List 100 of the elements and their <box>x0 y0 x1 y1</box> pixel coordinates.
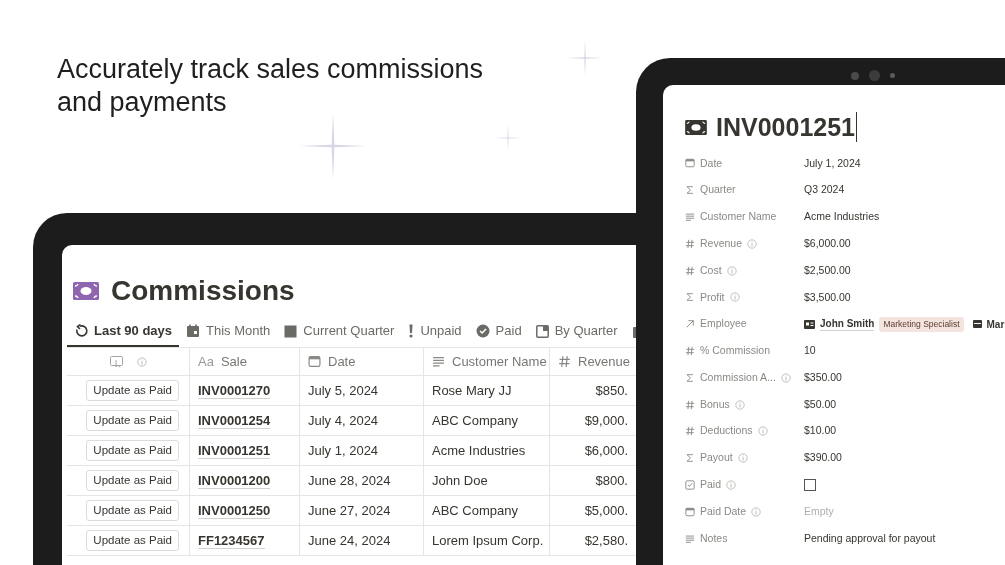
table-cell-text: ABC Company <box>432 411 518 430</box>
table-cell-text: John Doe <box>432 471 488 490</box>
calendar-icon <box>685 158 695 169</box>
property-label: Paid Date <box>700 503 747 519</box>
text-lines-icon <box>685 212 695 222</box>
hash-icon <box>558 355 571 368</box>
camera-lens <box>869 70 880 81</box>
info-icon <box>747 238 758 249</box>
table-cell-text: Lorem Ipsum Corp. <box>432 531 544 550</box>
info-icon <box>726 265 737 276</box>
property-label: Revenue <box>700 235 743 251</box>
column-header[interactable]: Aa Sale <box>190 348 300 375</box>
table-cell-text: June 27, 2024 <box>308 501 391 520</box>
sale-link[interactable]: FF1234567 <box>198 532 265 549</box>
view-tab[interactable]: Unpaid <box>401 317 469 347</box>
check-badge-icon <box>475 324 490 338</box>
calendar-icon <box>685 506 695 517</box>
hash-icon <box>685 399 695 410</box>
sale-link[interactable]: INV0001270 <box>198 382 271 399</box>
exclamation-icon <box>408 324 415 338</box>
table-cell-text: Acme Industries <box>432 441 526 460</box>
sale-link[interactable]: INV0001250 <box>198 502 271 519</box>
table-cell-text: $6,000. <box>584 441 628 460</box>
view-tab[interactable]: By Quarter <box>528 317 625 347</box>
calendar-icon <box>308 355 321 368</box>
hash-icon <box>685 238 695 249</box>
property-label: Profit <box>700 289 725 305</box>
property-value: 10 <box>804 343 816 359</box>
property-value: $6,000.00 <box>804 235 851 251</box>
update-paid-button[interactable]: Update as Paid <box>86 500 179 521</box>
info-icon <box>751 506 762 517</box>
calendar-icon <box>186 324 201 338</box>
text-lines-icon <box>685 533 695 544</box>
table-cell-text: Rose Mary JJ <box>432 381 512 400</box>
sigma-icon <box>685 185 695 196</box>
table-cell-text: $2,580. <box>584 531 628 550</box>
role-tag: Marketing Specialist <box>879 316 964 332</box>
table-cell-text: July 1, 2024 <box>308 441 379 460</box>
update-paid-button[interactable]: Update as Paid <box>86 410 179 431</box>
property-label: % Commission <box>700 343 770 359</box>
hash-icon <box>685 345 695 356</box>
sigma-icon <box>685 453 695 464</box>
sale-link[interactable]: INV0001251 <box>198 442 271 459</box>
employee-link[interactable]: John Smith <box>820 317 875 332</box>
property-value: $10.00 <box>804 423 837 439</box>
view-tab[interactable]: Last 90 days <box>67 317 180 347</box>
record-title: INV0001251 <box>716 112 857 142</box>
table-cell-text: July 4, 2024 <box>308 411 379 430</box>
property-value: $390.00 <box>804 450 842 466</box>
table-cell-text: July 5, 2024 <box>308 381 379 400</box>
property-value: $2,500.00 <box>804 262 851 278</box>
sale-link[interactable]: INV0001200 <box>198 472 271 489</box>
info-icon <box>757 426 768 437</box>
property-label: Deductions <box>700 423 753 439</box>
update-paid-button[interactable]: Update as Paid <box>86 470 179 491</box>
text-type-label: Aa <box>198 352 214 371</box>
table-cell-text: $5,000. <box>584 501 628 520</box>
view-tab[interactable]: This Month <box>179 317 278 347</box>
cash-icon <box>73 282 99 300</box>
property-value: $50.00 <box>804 396 837 412</box>
column-header[interactable]: Date <box>300 348 424 375</box>
arrow-icon <box>685 319 695 330</box>
cursor-icon <box>109 355 123 368</box>
info-icon <box>726 479 736 490</box>
paid-checkbox[interactable] <box>804 478 816 491</box>
property-value: Empty <box>804 503 834 519</box>
property-value: Acme Industries <box>804 209 880 225</box>
table-cell-text: ABC Company <box>432 501 518 520</box>
info-icon <box>737 453 748 464</box>
info-icon <box>734 399 745 410</box>
square-icon <box>284 324 298 338</box>
property-label: Quarter <box>700 182 736 198</box>
view-tab[interactable]: Current Quarter <box>277 317 402 347</box>
sale-link[interactable]: INV0001254 <box>198 412 271 429</box>
hash-icon <box>685 426 695 437</box>
update-paid-button[interactable]: Update as Paid <box>86 440 179 461</box>
cash-icon <box>685 119 707 135</box>
update-paid-button[interactable]: Update as Paid <box>86 380 179 401</box>
info-icon <box>729 292 740 303</box>
table-icon <box>972 320 982 329</box>
info-icon <box>780 372 791 383</box>
id-card-icon <box>804 319 815 329</box>
property-label: Paid <box>700 477 721 493</box>
column-header[interactable]: Customer Name <box>424 348 550 375</box>
property-label: Customer Name <box>700 209 777 225</box>
hash-icon <box>685 265 695 276</box>
property-label: Date <box>700 155 723 171</box>
layout-icon <box>535 324 549 338</box>
sigma-icon <box>685 372 695 383</box>
info-icon <box>136 356 147 367</box>
view-tab[interactable]: Paid <box>468 317 529 347</box>
property-value: Pending approval for payout <box>804 530 936 546</box>
table-cell-text: June 28, 2024 <box>308 471 391 490</box>
employee-link[interactable]: Mar <box>986 316 1005 332</box>
table-cell-text: $850. <box>595 381 628 400</box>
property-label: Cost <box>700 262 722 278</box>
update-paid-button[interactable]: Update as Paid <box>86 530 179 551</box>
refresh-icon <box>74 324 88 338</box>
table-cell-text: June 24, 2024 <box>308 531 391 550</box>
property-label: Employee <box>700 316 747 332</box>
